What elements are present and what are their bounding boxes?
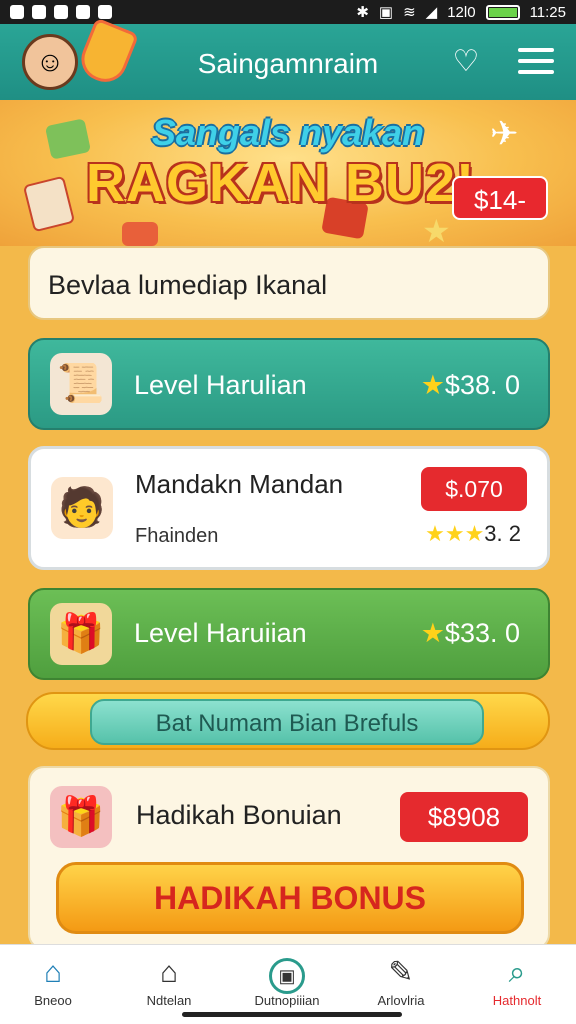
menu-icon[interactable]	[518, 48, 554, 78]
action-button[interactable]: Bat Numam Bian Brefuls	[90, 699, 484, 745]
notification-icon	[10, 5, 24, 19]
nav-item-camera[interactable]: ▣ Dutnopiiian	[232, 953, 342, 1008]
list-item[interactable]: 🎁 Level Haruiian ★$33. 0	[28, 588, 550, 680]
nav-label: Bneoo	[34, 993, 72, 1008]
banner-title: RAGKAN BU2!	[86, 153, 475, 213]
list-item-value: ★$33. 0	[420, 618, 520, 648]
banner-price-badge[interactable]: $14-	[452, 176, 548, 220]
notification-icon	[32, 5, 46, 19]
list-item-value: ★$38. 0	[420, 370, 520, 400]
cards-icon	[22, 175, 76, 233]
bonus-label: Hadikah Bonuian	[136, 800, 342, 830]
star-icon: ★	[420, 370, 445, 400]
nav-item-edit[interactable]: ✎ Arlovlria	[346, 953, 456, 1008]
list-item[interactable]: 📜 Level Harulian ★$38. 0	[28, 338, 550, 430]
search-field[interactable]: Bevlaa lumediap Ikanal	[28, 246, 550, 320]
nav-label: Dutnopiiian	[254, 993, 320, 1008]
bonus-button[interactable]: HADIKAH BONUS	[56, 862, 524, 934]
list-item-subtitle: Fhainden	[135, 525, 219, 547]
notification-icon	[54, 5, 68, 19]
box-icon	[122, 222, 158, 246]
nav-label: Hathnolt	[492, 993, 542, 1008]
list-item-label: Level Haruiian	[134, 618, 307, 648]
heart-icon[interactable]: ♡	[448, 44, 484, 80]
rating: ★★★3. 2	[425, 521, 521, 546]
search-icon: ⌕	[508, 956, 526, 989]
bluetooth-icon: ✱	[356, 4, 369, 21]
signal-text: 12l0	[447, 3, 476, 21]
character-icon: 🧑	[51, 477, 113, 539]
signal-icon: ◢	[425, 4, 438, 21]
list-item[interactable]: 🧑 Mandakn Mandan Fhainden $.070 ★★★3. 2	[28, 446, 550, 570]
nav-label: Ndtelan	[146, 993, 192, 1008]
star-icon: ★	[422, 213, 451, 249]
clock: 11:25	[529, 3, 566, 21]
nav-item-home[interactable]: ⌂ Bneoo	[0, 953, 108, 1008]
home-indicator[interactable]	[182, 1012, 402, 1017]
notification-icon	[76, 5, 90, 19]
scroll-icon: 📜	[50, 353, 112, 415]
app-bar: ☺ Saingamnraim ♡	[0, 17, 576, 100]
list-item-title: Mandakn Mandan	[135, 469, 344, 499]
battery-icon	[485, 4, 520, 20]
house-outline-icon: ⌂	[159, 956, 179, 989]
bonus-price-badge[interactable]: $8908	[400, 792, 528, 842]
app-title: Saingamnraim	[197, 48, 379, 79]
nav-item-search[interactable]: ⌕ Hathnolt	[462, 953, 572, 1008]
promo-banner: ★ ✈ Sangals nyakan RAGKAN BU2! $14-	[0, 100, 576, 249]
list-item-label: Level Harulian	[134, 370, 307, 400]
nav-label: Arlovlria	[377, 993, 425, 1008]
banner-subtitle: Sangals nyakan	[151, 112, 425, 153]
bonus-card: 🎁 Hadikah Bonuian $8908 HADIKAH BONUS	[28, 766, 550, 950]
notification-icon	[98, 5, 112, 19]
notification-icons	[10, 5, 112, 19]
action-bar: Bat Numam Bian Brefuls	[26, 692, 550, 750]
gift-icon: 🎁	[50, 786, 112, 848]
edit-icon: ✎	[388, 956, 414, 989]
star-icon: ★	[420, 618, 445, 648]
home-icon: ⌂	[43, 956, 63, 989]
vibrate-icon: ▣	[378, 4, 394, 21]
chest-icon: 🎁	[50, 603, 112, 665]
wifi-icon: ≋	[403, 4, 416, 21]
status-bar: ✱ ▣ ≋ ◢ 12l0 11:25	[0, 0, 576, 24]
price-badge[interactable]: $.070	[421, 467, 527, 511]
camera-icon: ▣	[232, 953, 342, 994]
star-icon: ★★★	[425, 521, 485, 546]
nav-item-house[interactable]: ⌂ Ndtelan	[114, 953, 224, 1008]
